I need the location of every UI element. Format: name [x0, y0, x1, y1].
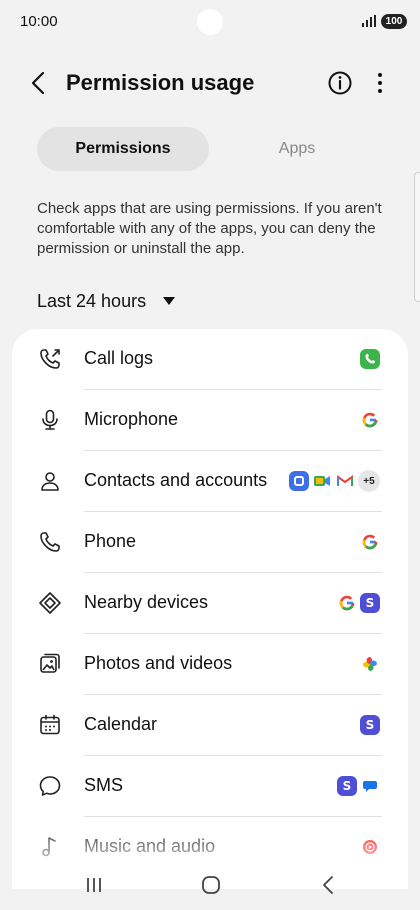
permission-row-nearby-devices[interactable]: Nearby devices S — [12, 573, 408, 634]
youtube-music-app-icon — [360, 837, 380, 857]
back-nav-icon[interactable] — [320, 874, 336, 896]
tab-apps[interactable]: Apps — [211, 127, 383, 171]
app-bar: Permission usage — [0, 58, 420, 110]
permission-label: Nearby devices — [84, 592, 209, 612]
app-icons: +5 — [289, 470, 380, 492]
music-icon — [42, 837, 56, 857]
description-text: Check apps that are using permissions. I… — [37, 200, 382, 257]
permission-list: Call logs Microphone Contacts and accoun… — [12, 329, 408, 889]
permission-row-calendar[interactable]: Calendar S — [12, 695, 408, 756]
gmail-app-icon — [335, 471, 355, 491]
camera-cutout — [197, 9, 223, 35]
app-icons — [360, 410, 380, 430]
permission-label: Call logs — [84, 348, 154, 368]
photos-icon — [40, 653, 60, 673]
home-icon[interactable] — [201, 875, 221, 895]
dropdown-arrow-icon — [163, 297, 176, 306]
phone-icon — [40, 532, 60, 552]
permission-row-photos-and-videos[interactable]: Photos and videos — [12, 634, 408, 695]
duo-app-icon — [312, 471, 332, 491]
permission-row-microphone[interactable]: Microphone — [12, 390, 408, 451]
call-log-icon — [40, 349, 60, 369]
scroll-indicator[interactable] — [414, 172, 420, 302]
tab-bar: Permissions Apps — [37, 127, 383, 171]
permission-row-call-logs[interactable]: Call logs — [12, 329, 408, 390]
app-icons — [360, 349, 380, 369]
person-icon — [41, 472, 59, 491]
app-icons: S — [360, 715, 380, 735]
permission-label: Calendar — [84, 714, 158, 734]
google-photos-app-icon — [360, 654, 380, 674]
info-icon[interactable] — [327, 70, 353, 96]
sms-icon — [39, 776, 61, 796]
app-icons: S — [337, 776, 380, 796]
samsung-s-app-icon: S — [360, 715, 380, 735]
google-app-icon — [360, 410, 380, 430]
phone-app-icon — [360, 349, 380, 369]
nearby-devices-icon — [39, 592, 61, 614]
app-icons — [360, 837, 380, 857]
status-time: 10:00 — [20, 13, 58, 30]
permission-label: Contacts and accounts — [84, 470, 268, 490]
page-title: Permission usage — [66, 70, 255, 95]
app-icons — [360, 654, 380, 674]
app-icons — [360, 532, 380, 552]
signal-icon — [362, 15, 376, 27]
calendar-icon — [40, 714, 60, 735]
google-app-icon — [360, 532, 380, 552]
back-arrow-icon[interactable] — [26, 70, 52, 96]
permission-label: SMS — [84, 775, 124, 795]
navigation-bar — [0, 862, 420, 910]
messages-app-icon — [360, 776, 380, 796]
more-options-icon[interactable] — [368, 70, 392, 96]
battery-icon: 100 — [381, 14, 407, 29]
permission-label: Phone — [84, 531, 137, 551]
permission-label: Photos and videos — [84, 653, 233, 673]
time-filter-label: Last 24 hours — [37, 290, 147, 311]
app-icons: S — [337, 593, 380, 613]
recent-apps-icon[interactable] — [84, 875, 104, 895]
permission-label: Microphone — [84, 409, 179, 429]
permission-row-contacts-and-accounts[interactable]: Contacts and accounts +5 — [12, 451, 408, 512]
permission-row-sms[interactable]: SMS S — [12, 756, 408, 817]
microphone-icon — [42, 409, 58, 430]
tab-permissions[interactable]: Permissions — [37, 127, 209, 171]
google-app-icon — [337, 593, 357, 613]
permission-row-phone[interactable]: Phone — [12, 512, 408, 573]
samsung-s-app-icon: S — [337, 776, 357, 796]
permission-label: Music and audio — [84, 836, 216, 856]
status-bar: 10:00 100 — [0, 0, 420, 44]
more-apps-badge: +5 — [358, 470, 380, 492]
time-filter-dropdown[interactable]: Last 24 hours — [37, 290, 176, 316]
samsung-s-app-icon: S — [360, 593, 380, 613]
meet-app-icon — [289, 471, 309, 491]
